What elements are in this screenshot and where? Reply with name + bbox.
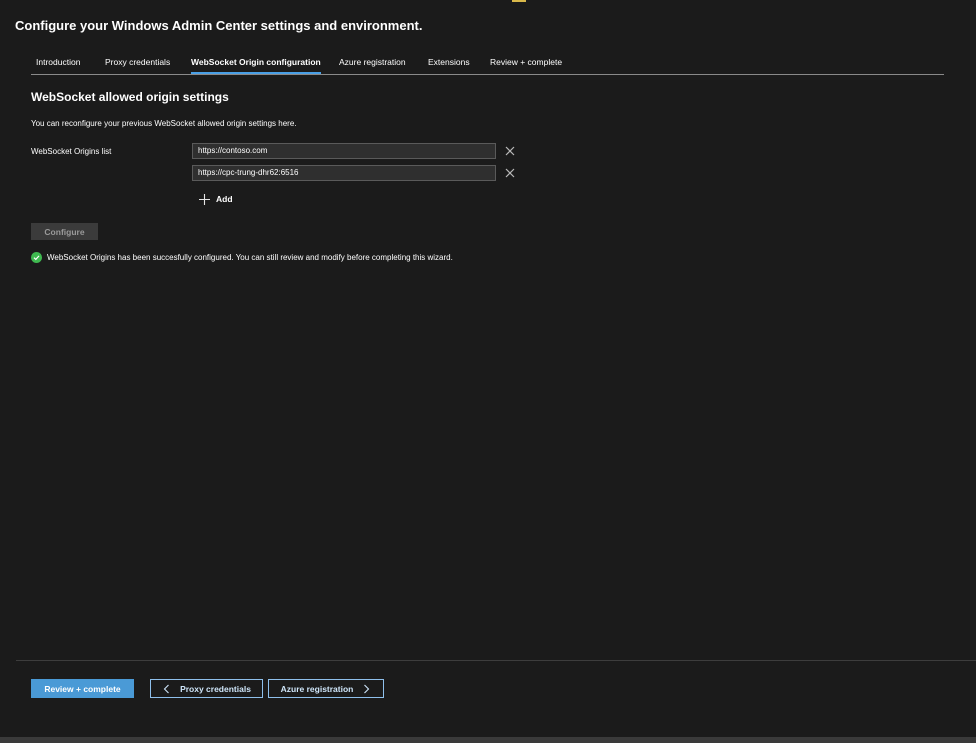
wizard-tabs: Introduction Proxy credentials WebSocket… xyxy=(31,53,944,75)
tab-introduction[interactable]: Introduction xyxy=(36,57,80,67)
tab-extensions[interactable]: Extensions xyxy=(428,57,470,67)
review-complete-button[interactable]: Review + complete xyxy=(31,679,134,698)
remove-origin-button-2[interactable] xyxy=(503,166,517,180)
configure-button[interactable]: Configure xyxy=(31,223,98,240)
origin-input-1[interactable] xyxy=(192,143,496,159)
next-button[interactable]: Azure registration xyxy=(268,679,384,698)
close-icon xyxy=(505,168,515,178)
window-accent-mark xyxy=(512,0,526,2)
tab-proxy-credentials[interactable]: Proxy credentials xyxy=(105,57,170,67)
chevron-left-icon xyxy=(163,684,169,693)
close-icon xyxy=(505,146,515,156)
status-message: WebSocket Origins has been succesfully c… xyxy=(31,252,453,263)
origins-list-label: WebSocket Origins list xyxy=(31,147,112,156)
checkmark-circle-icon xyxy=(31,252,42,263)
origin-input-2[interactable] xyxy=(192,165,496,181)
plus-icon xyxy=(199,193,210,205)
status-text: WebSocket Origins has been succesfully c… xyxy=(47,253,453,262)
previous-button[interactable]: Proxy credentials xyxy=(150,679,263,698)
tab-azure-registration[interactable]: Azure registration xyxy=(339,57,406,67)
add-origin-label: Add xyxy=(216,194,233,204)
section-description: You can reconfigure your previous WebSoc… xyxy=(31,119,297,128)
bottom-scroll-bar xyxy=(0,737,976,743)
add-origin-button[interactable]: Add xyxy=(198,192,233,206)
footer-divider xyxy=(16,660,976,661)
previous-button-label: Proxy credentials xyxy=(180,683,251,694)
chevron-right-icon xyxy=(364,684,370,693)
section-title: WebSocket allowed origin settings xyxy=(31,90,229,104)
page-title: Configure your Windows Admin Center sett… xyxy=(15,18,423,33)
review-complete-label: Review + complete xyxy=(44,683,121,694)
tab-review-complete[interactable]: Review + complete xyxy=(490,57,562,67)
next-button-label: Azure registration xyxy=(280,683,354,694)
tab-websocket-origin-configuration[interactable]: WebSocket Origin configuration xyxy=(191,57,321,74)
remove-origin-button-1[interactable] xyxy=(503,144,517,158)
